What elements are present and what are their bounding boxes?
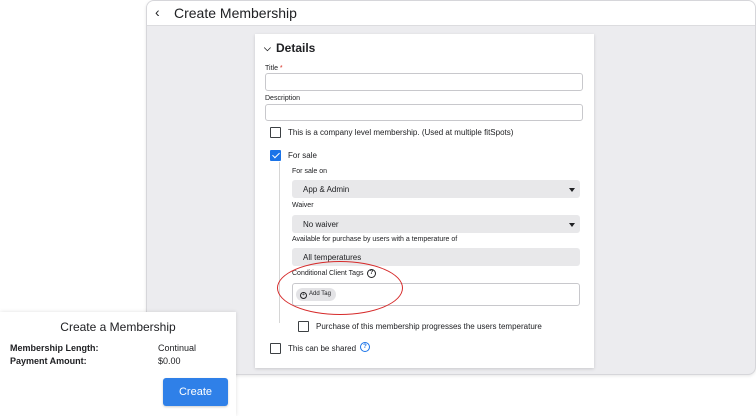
- payment-amount-label: Payment Amount:: [10, 356, 87, 366]
- create-membership-summary: Create a Membership Membership Length: C…: [0, 312, 236, 416]
- plus-circle-icon: +: [300, 292, 307, 299]
- temperature-label: Available for purchase by users with a t…: [292, 236, 458, 243]
- section-title: Details: [276, 41, 316, 55]
- summary-title: Create a Membership: [60, 320, 176, 334]
- caret-down-icon: [569, 223, 575, 227]
- waiver-select[interactable]: No waiver: [292, 215, 580, 233]
- description-label: Description: [265, 95, 301, 102]
- shared-label: This can be shared: [288, 344, 357, 353]
- temperature-select[interactable]: All temperatures: [292, 248, 580, 266]
- indent-divider: [279, 162, 280, 323]
- chevron-down-icon[interactable]: ⌵: [264, 43, 273, 54]
- title-label-text: Title: [265, 65, 278, 72]
- description-input[interactable]: [265, 104, 583, 121]
- shared-checkbox[interactable]: [270, 343, 281, 354]
- company-level-label: This is a company level membership. (Use…: [288, 128, 514, 137]
- window-header: ‹ Create Membership: [147, 1, 755, 26]
- add-tag-label: Add Tag: [309, 291, 331, 297]
- waiver-label: Waiver: [292, 202, 314, 209]
- conditional-tags-field[interactable]: + Add Tag: [292, 283, 580, 306]
- title-input[interactable]: [265, 73, 583, 91]
- help-icon[interactable]: ?: [360, 342, 370, 352]
- for-sale-on-label: For sale on: [292, 168, 328, 175]
- add-tag-button[interactable]: + Add Tag: [296, 288, 336, 301]
- conditional-tags-label: Conditional Client Tags: [292, 270, 364, 277]
- temperature-value: All temperatures: [303, 253, 362, 262]
- title-label: Title *: [265, 65, 283, 72]
- for-sale-on-value: App & Admin: [303, 185, 350, 194]
- required-mark: *: [279, 65, 283, 72]
- progress-temperature-checkbox[interactable]: [298, 321, 309, 332]
- waiver-value: No waiver: [303, 220, 339, 229]
- for-sale-checkbox[interactable]: [270, 150, 281, 161]
- company-level-checkbox[interactable]: [270, 127, 281, 138]
- caret-down-icon: [569, 188, 575, 192]
- membership-length-value: Continual: [158, 343, 197, 353]
- chevron-left-icon[interactable]: ‹: [155, 5, 169, 19]
- for-sale-label: For sale: [288, 151, 317, 160]
- membership-length-label: Membership Length:: [10, 343, 99, 353]
- help-icon[interactable]: ?: [367, 269, 376, 278]
- details-section-header[interactable]: ⌵ Details: [264, 41, 315, 55]
- create-button[interactable]: Create: [163, 378, 228, 406]
- payment-amount-value: $0.00: [158, 356, 181, 366]
- progress-temperature-label: Purchase of this membership progresses t…: [316, 322, 542, 331]
- for-sale-on-select[interactable]: App & Admin: [292, 180, 580, 198]
- page-title: Create Membership: [174, 5, 297, 21]
- details-card: ⌵ Details Title * Description This is a c…: [255, 34, 594, 368]
